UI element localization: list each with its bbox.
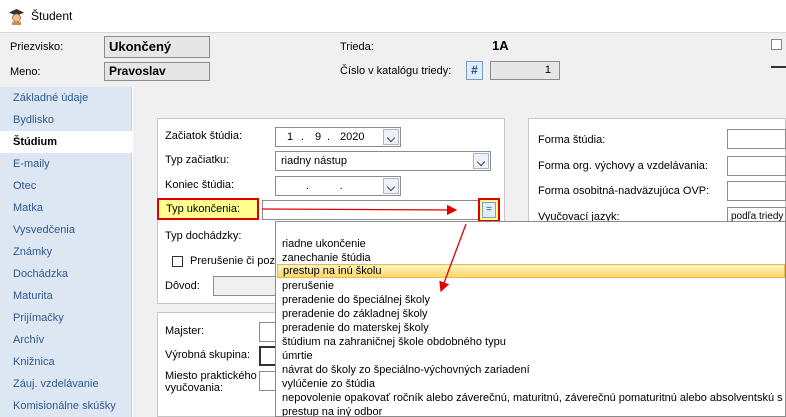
name-label: Meno:	[10, 66, 41, 78]
sidebar-item-residence[interactable]: Bydlisko	[0, 109, 132, 131]
end-type-label: Typ ukončenia:	[157, 198, 259, 220]
sidebar-item-interest-education[interactable]: Záuj. vzdelávanie	[0, 373, 132, 395]
sidebar-item-library[interactable]: Knižnica	[0, 351, 132, 373]
reason-label: Dôvod:	[165, 280, 200, 292]
class-label: Trieda:	[340, 41, 374, 53]
dropdown-option[interactable]: nepovolenie opakovať ročník alebo závere…	[279, 391, 783, 405]
class-value: 1A	[492, 38, 509, 53]
special-form-field[interactable]	[727, 181, 786, 201]
header-divider	[771, 66, 786, 68]
surname-label: Priezvisko:	[10, 41, 64, 53]
sidebar-item-basic-info[interactable]: Základné údaje	[0, 87, 132, 109]
study-form-field[interactable]	[727, 129, 786, 149]
dropdown-option[interactable]: preradenie do materskej školy	[279, 321, 779, 335]
sidebar-item-emails[interactable]: E-maily	[0, 153, 132, 175]
end-date-label: Koniec štúdia:	[165, 179, 235, 191]
title-bar	[0, 0, 786, 32]
end-date-placeholder: . .	[306, 180, 343, 192]
name-field[interactable]: Pravoslav	[104, 62, 210, 81]
master-label: Majster:	[165, 325, 205, 337]
study-form-label: Forma štúdia:	[538, 134, 606, 146]
reason-field[interactable]	[213, 276, 283, 296]
dropdown-option[interactable]: návrat do školy zo špeciálno-výchovných …	[279, 363, 779, 377]
dropdown-option-highlighted[interactable]: prestup na inú školu	[277, 264, 785, 278]
sidebar-item-study[interactable]: Štúdium	[0, 131, 132, 153]
sidebar-item-certificates[interactable]: Vysvedčenia	[0, 219, 132, 241]
interruption-label: Prerušenie či poz	[190, 255, 275, 267]
dropdown-option[interactable]: úmrtie	[279, 349, 779, 363]
student-graduate-icon	[8, 8, 25, 25]
end-type-dropdown-list[interactable]: riadne ukončenie zanechanie štúdia prest…	[275, 221, 786, 417]
sidebar-item-archive[interactable]: Archív	[0, 329, 132, 351]
dropdown-option[interactable]: prestup na iný odbor	[279, 405, 779, 416]
org-form-field[interactable]	[727, 156, 786, 176]
dropdown-option[interactable]: preradenie do základnej školy	[279, 307, 779, 321]
special-form-label: Forma osobitná-nadväzujúca OVP:	[538, 185, 710, 197]
org-form-label: Forma org. výchovy a vzdelávania:	[538, 160, 708, 172]
dropdown-option[interactable]: preradenie do špeciálnej školy	[279, 293, 779, 307]
attendance-type-label: Typ dochádzky:	[165, 230, 242, 242]
sidebar-item-commission-exams[interactable]: Komisionálne skúšky	[0, 395, 132, 417]
start-type-select[interactable]: riadny nástup	[275, 151, 491, 171]
practice-place-label-line2: vyučovania:	[165, 382, 224, 394]
start-month: 9	[315, 131, 322, 143]
surname-field[interactable]: Ukončený	[104, 36, 210, 58]
chevron-down-icon[interactable]	[383, 129, 399, 145]
end-date-picker[interactable]: . .	[275, 176, 401, 196]
practice-place-label-line1: Miesto praktického	[165, 370, 257, 382]
sidebar-item-mother[interactable]: Matka	[0, 197, 132, 219]
sidebar-item-attendance[interactable]: Dochádzka	[0, 263, 132, 285]
catalog-number-field[interactable]: 1	[490, 61, 560, 80]
date-separator: .	[327, 131, 331, 143]
production-group-label: Výrobná skupina:	[165, 349, 250, 361]
equals-button[interactable]: =	[482, 202, 496, 218]
catalog-number-button[interactable]: #	[466, 61, 483, 80]
dropdown-option[interactable]: zanechanie štúdia	[279, 251, 779, 265]
chevron-down-icon[interactable]	[473, 153, 489, 169]
start-date-picker[interactable]: 1 . 9 . 2020	[275, 127, 401, 147]
sidebar-item-grades[interactable]: Známky	[0, 241, 132, 263]
dropdown-option[interactable]: vylúčenie zo štúdia	[279, 377, 779, 391]
start-type-label: Typ začiatku:	[165, 154, 230, 166]
catalog-number-label: Číslo v katalógu triedy:	[340, 65, 452, 77]
sidebar-item-graduation[interactable]: Maturita	[0, 285, 132, 307]
dropdown-option[interactable]: prerušenie	[279, 279, 779, 293]
sidebar-item-admissions[interactable]: Prijímačky	[0, 307, 132, 329]
end-type-select[interactable]	[262, 200, 480, 220]
start-date-label: Začiatok štúdia:	[165, 130, 243, 142]
start-year: 2020	[340, 131, 365, 143]
chevron-down-icon[interactable]	[383, 178, 399, 194]
dropdown-option[interactable]: riadne ukončenie	[279, 237, 779, 251]
date-separator: .	[301, 131, 305, 143]
sidebar-item-father[interactable]: Otec	[0, 175, 132, 197]
start-type-value: riadny nástup	[281, 155, 348, 167]
dropdown-option[interactable]: štúdium na zahraničnej škole obdobného t…	[279, 335, 779, 349]
sidebar: Základné údaje Bydlisko Štúdium E-maily …	[0, 87, 132, 417]
interruption-checkbox[interactable]	[172, 256, 183, 267]
start-day: 1	[287, 131, 294, 143]
window-title: Študent	[31, 9, 73, 23]
header-checkbox[interactable]	[771, 39, 782, 50]
